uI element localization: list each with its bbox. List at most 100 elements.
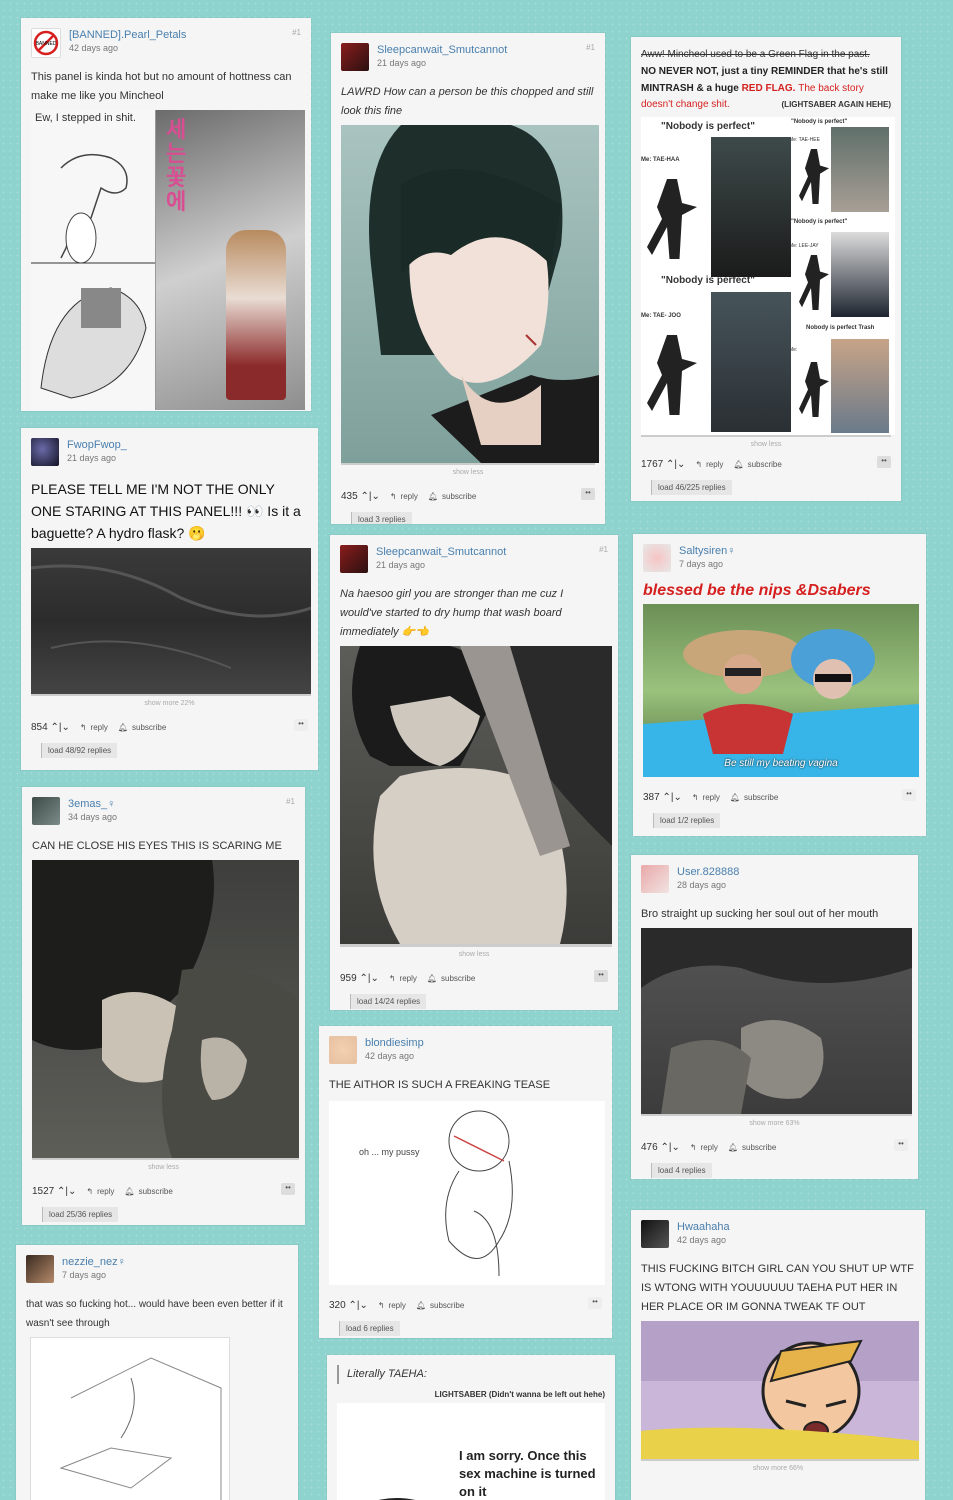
comment-image[interactable]: I am sorry. Once this sex machine is tur… [337, 1403, 605, 1500]
avatar[interactable]: BANNED [31, 28, 61, 58]
comment-image[interactable]: Be still my beating vagina [643, 604, 919, 777]
comment-image[interactable] [340, 646, 612, 944]
username[interactable]: Hwaahaha [677, 1220, 730, 1234]
reply-button[interactable]: ↰ reply [690, 1143, 718, 1152]
load-replies-button[interactable]: load 3 replies [351, 512, 412, 524]
more-options-button[interactable]: •• [281, 1183, 295, 1195]
vote-control[interactable]: 435 ⌃|⌄ [341, 491, 380, 502]
username[interactable]: blondiesimp [365, 1036, 424, 1050]
show-more-toggle[interactable]: show more 22% [31, 700, 308, 707]
timestamp: 21 days ago [377, 58, 427, 68]
load-replies-button[interactable]: load 6 replies [339, 1321, 400, 1336]
comment-text: Na haesoo girl you are stronger than me … [340, 588, 564, 638]
reply-button[interactable]: ↰ reply [692, 793, 720, 802]
reply-button[interactable]: ↰ reply [378, 1301, 406, 1310]
vote-control[interactable]: 1527 ⌃|⌄ [32, 1186, 76, 1197]
more-options-button[interactable]: •• [902, 789, 916, 801]
show-less-toggle[interactable]: show less [32, 1164, 295, 1171]
subscribe-button[interactable]: 🔔︎ subscribe [728, 1143, 776, 1152]
subscribe-button[interactable]: 🔔︎ subscribe [118, 723, 166, 732]
load-replies-button[interactable]: load 1/2 replies [653, 813, 721, 828]
comment-text: Literally TAEHA: [337, 1365, 605, 1384]
more-options-button[interactable]: •• [877, 456, 891, 468]
load-replies-button[interactable]: load 4 replies [651, 1163, 712, 1178]
comment-image[interactable] [30, 1337, 230, 1500]
subscribe-button[interactable]: 🔔︎ subscribe [124, 1187, 172, 1196]
avatar[interactable] [32, 797, 60, 825]
more-options-button[interactable]: •• [588, 1297, 602, 1309]
comment-image[interactable] [641, 928, 912, 1114]
comment-text: CAN HE CLOSE HIS EYES THIS IS SCARING ME [32, 840, 282, 852]
reply-button[interactable]: ↰ reply [695, 460, 723, 469]
username[interactable]: Sleepcanwait_Smutcannot [377, 43, 507, 57]
vote-control[interactable]: 387 ⌃|⌄ [643, 792, 682, 803]
comment-image[interactable] [641, 1321, 919, 1459]
comment-card: Sleepcanwait_Smutcannot 21 days ago #1 L… [331, 33, 605, 524]
avatar[interactable] [641, 1220, 669, 1248]
comment-image[interactable]: "Nobody is perfect" "Nobody is perfect" … [641, 117, 895, 435]
comment-image[interactable]: oh ... my pussy [329, 1101, 605, 1285]
subscribe-button[interactable]: 🔔︎ subscribe [733, 460, 781, 469]
subscribe-button[interactable]: 🔔︎ subscribe [428, 492, 476, 501]
avatar[interactable] [340, 545, 368, 573]
vote-control[interactable]: 320 ⌃|⌄ [329, 1300, 368, 1311]
comment-number: #1 [599, 545, 608, 554]
load-replies-button[interactable]: load 25/36 replies [42, 1207, 119, 1222]
username[interactable]: Saltysiren♀ [679, 544, 736, 558]
subscribe-button[interactable]: 🔔︎ subscribe [416, 1301, 464, 1310]
comment-image[interactable] [32, 860, 299, 1158]
comment-image[interactable]: Ew, I stepped in shit. 세는꽃에 [31, 110, 305, 410]
load-replies-button[interactable]: load 14/24 replies [350, 994, 427, 1009]
timestamp: 34 days ago [68, 812, 118, 822]
load-replies-button[interactable]: load 46/225 replies [651, 480, 732, 495]
vote-control[interactable]: 1767 ⌃|⌄ [641, 459, 685, 470]
signature: (LIGHTSABER AGAIN HEHE) [781, 100, 891, 109]
comment-header: FwopFwop_ 21 days ago [31, 438, 308, 472]
comment-header: Saltysiren♀ 7 days ago [643, 544, 916, 578]
show-more-toggle[interactable]: show more 63% [641, 1120, 908, 1127]
comment-image[interactable] [31, 548, 311, 694]
show-more-toggle[interactable]: show more 66% [641, 1465, 915, 1472]
more-options-button[interactable]: •• [894, 1139, 908, 1151]
avatar[interactable] [329, 1036, 357, 1064]
show-less-toggle[interactable]: show less [641, 441, 891, 448]
load-replies-button[interactable]: load 48/92 replies [41, 743, 118, 758]
username[interactable]: [BANNED].Pearl_Petals [69, 28, 186, 42]
more-options-button[interactable]: •• [594, 970, 608, 982]
avatar[interactable] [643, 544, 671, 572]
action-bar: 854 ⌃|⌄ ↰ reply 🔔︎ subscribe •• [31, 719, 308, 735]
reply-button[interactable]: ↰ reply [390, 492, 418, 501]
comment-header: 3emas_♀ 34 days ago #1 [32, 797, 295, 831]
avatar[interactable] [31, 438, 59, 466]
bell-icon: 🔔︎ [415, 1300, 427, 1310]
subscribe-button[interactable]: 🔔︎ subscribe [427, 974, 475, 983]
show-less-toggle[interactable]: show less [341, 469, 595, 476]
subscribe-button[interactable]: 🔔︎ subscribe [730, 793, 778, 802]
username[interactable]: nezzie_nez♀ [62, 1255, 126, 1269]
comment-image[interactable] [341, 125, 599, 463]
avatar[interactable] [341, 43, 369, 71]
show-less-toggle[interactable]: show less [340, 951, 608, 958]
action-bar: 435 ⌃|⌄ ↰ reply 🔔︎ subscribe •• [341, 488, 595, 504]
username[interactable]: FwopFwop_ [67, 438, 127, 452]
more-options-button[interactable]: •• [581, 488, 595, 500]
avatar[interactable] [641, 865, 669, 893]
timestamp: 42 days ago [365, 1051, 415, 1061]
avatar[interactable] [26, 1255, 54, 1283]
vote-control[interactable]: 854 ⌃|⌄ [31, 722, 70, 733]
vote-control[interactable]: 959 ⌃|⌄ [340, 973, 379, 984]
username[interactable]: User.828888 [677, 865, 739, 879]
more-options-button[interactable]: •• [294, 719, 308, 731]
reply-button[interactable]: ↰ reply [86, 1187, 114, 1196]
reply-button[interactable]: ↰ reply [80, 723, 108, 732]
username[interactable]: Sleepcanwait_Smutcannot [376, 545, 506, 559]
reply-icon: ↰ [388, 973, 396, 983]
reply-icon: ↰ [389, 491, 397, 501]
comment-header: BANNED [BANNED].Pearl_Petals 42 days ago… [31, 28, 301, 62]
bell-icon: 🔔︎ [727, 1142, 739, 1152]
comment-card: Sleepcanwait_Smutcannot 21 days ago #1 N… [330, 535, 618, 1010]
username[interactable]: 3emas_♀ [68, 797, 117, 811]
reply-button[interactable]: ↰ reply [389, 974, 417, 983]
comment-number: #1 [586, 43, 595, 52]
vote-control[interactable]: 476 ⌃|⌄ [641, 1142, 680, 1153]
